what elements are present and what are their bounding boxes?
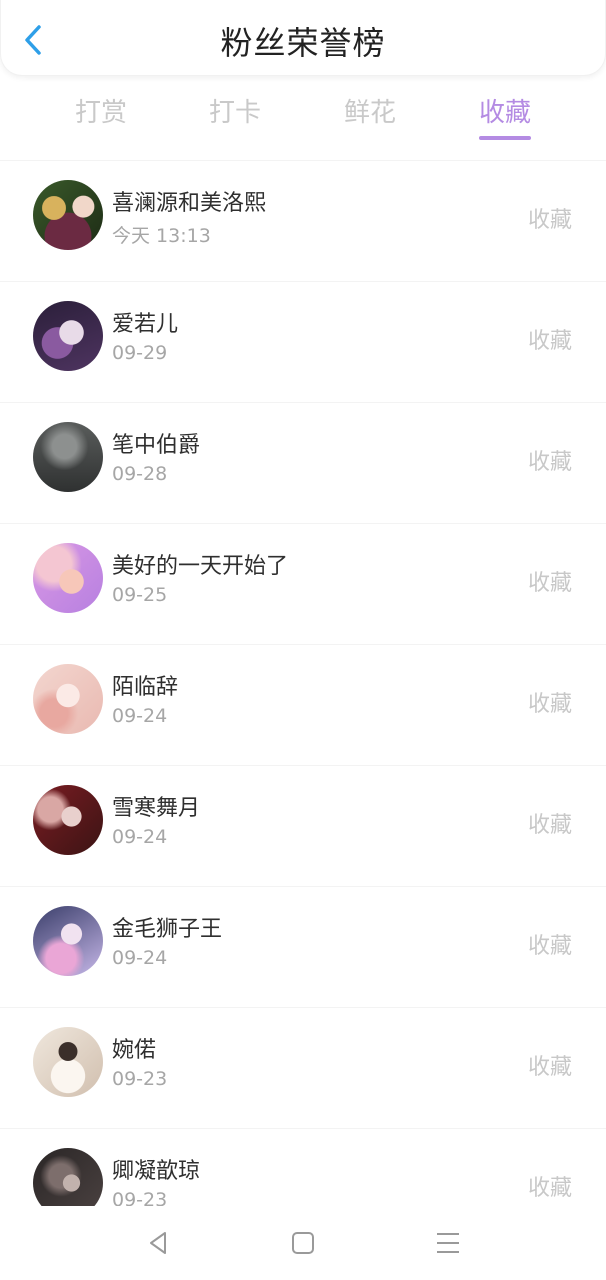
fan-time: 09-29	[112, 342, 168, 364]
list-item[interactable]: 金毛狮子王 09-24 收藏	[0, 886, 606, 1007]
favorite-label: 收藏	[527, 813, 572, 838]
fan-name: 美好的一天开始了	[112, 554, 289, 579]
fan-list: 喜澜源和美洛熙 今天 13:13 收藏 爱若儿 09-29 收藏 笔中伯爵 09…	[0, 160, 606, 1249]
fan-name: 金毛狮子王	[112, 917, 223, 942]
fan-time: 09-28	[112, 463, 168, 485]
fan-name: 雪寒舞月	[112, 796, 201, 821]
avatar[interactable]	[33, 664, 103, 734]
list-item[interactable]: 爱若儿 09-29 收藏	[0, 281, 606, 402]
fan-time: 09-25	[112, 584, 168, 606]
fan-name: 卿凝歆琼	[112, 1159, 201, 1184]
favorite-label: 收藏	[527, 571, 572, 596]
fan-time: 09-24	[112, 947, 168, 969]
avatar[interactable]	[33, 906, 103, 976]
favorite-label: 收藏	[527, 1176, 572, 1201]
favorite-label: 收藏	[527, 692, 572, 717]
menu-lines-icon	[437, 1233, 459, 1253]
active-tab-indicator	[479, 136, 531, 140]
tab-flowers[interactable]: 鲜花	[315, 92, 425, 129]
tab-checkin[interactable]: 打卡	[180, 92, 290, 129]
avatar[interactable]	[33, 422, 103, 492]
back-triangle-icon	[150, 1232, 166, 1254]
fan-time: 09-24	[112, 826, 168, 848]
list-item[interactable]: 喜澜源和美洛熙 今天 13:13 收藏	[0, 160, 606, 281]
tab-tips[interactable]: 打赏	[46, 92, 156, 129]
home-square-icon	[292, 1232, 314, 1254]
avatar[interactable]	[33, 785, 103, 855]
fan-name: 喜澜源和美洛熙	[112, 191, 267, 216]
avatar[interactable]	[33, 180, 103, 250]
fan-name: 陌临辞	[112, 675, 179, 700]
list-item[interactable]: 美好的一天开始了 09-25 收藏	[0, 523, 606, 644]
favorite-label: 收藏	[527, 329, 572, 354]
list-item[interactable]: 婉偌 09-23 收藏	[0, 1007, 606, 1128]
favorite-label: 收藏	[527, 450, 572, 475]
avatar[interactable]	[33, 1027, 103, 1097]
favorite-label: 收藏	[527, 208, 572, 233]
tab-bar: 打赏 打卡 鲜花 收藏	[0, 88, 606, 148]
favorite-label: 收藏	[527, 1055, 572, 1080]
header-bar: 粉丝荣誉榜	[0, 0, 606, 76]
list-item[interactable]: 陌临辞 09-24 收藏	[0, 644, 606, 765]
avatar[interactable]	[33, 301, 103, 371]
screen: 粉丝荣誉榜 打赏 打卡 鲜花 收藏 喜澜源和美洛熙 今天 13:13 收藏 爱若…	[0, 0, 606, 1280]
system-nav-bar	[0, 1206, 606, 1280]
nav-menu-button[interactable]	[433, 1228, 463, 1258]
fan-time: 09-23	[112, 1068, 168, 1090]
list-item[interactable]: 雪寒舞月 09-24 收藏	[0, 765, 606, 886]
nav-home-button[interactable]	[288, 1228, 318, 1258]
avatar[interactable]	[33, 543, 103, 613]
nav-back-button[interactable]	[143, 1228, 173, 1258]
tab-favorites[interactable]: 收藏	[450, 92, 560, 129]
fan-time: 今天 13:13	[112, 225, 211, 247]
list-item[interactable]: 笔中伯爵 09-28 收藏	[0, 402, 606, 523]
favorite-label: 收藏	[527, 934, 572, 959]
fan-name: 笔中伯爵	[112, 433, 201, 458]
fan-name: 爱若儿	[112, 312, 179, 337]
fan-name: 婉偌	[112, 1038, 157, 1063]
fan-time: 09-24	[112, 705, 168, 727]
page-title: 粉丝荣誉榜	[220, 24, 386, 62]
